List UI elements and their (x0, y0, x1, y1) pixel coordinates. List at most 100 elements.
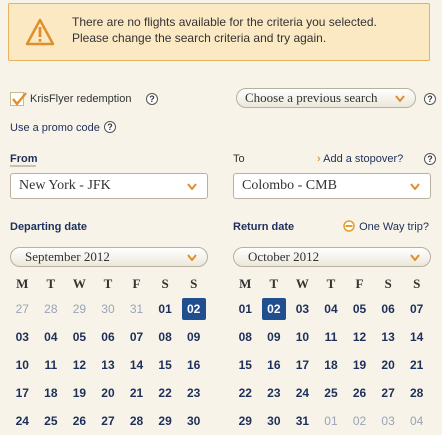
return-calendar-day[interactable]: 20 (374, 351, 403, 379)
return-day-number: 02 (352, 414, 367, 428)
add-stopover-link[interactable]: › Add a stopover? (317, 153, 403, 165)
departing-day-number: 15 (158, 358, 172, 372)
return-month-select[interactable]: October 2012 (233, 247, 431, 267)
return-calendar-day[interactable]: 03 (288, 295, 317, 323)
departing-day-number: 24 (15, 414, 29, 428)
departing-calendar-day: 31 (122, 295, 151, 323)
add-stopover-label: Add a stopover? (323, 153, 404, 165)
one-way-toggle[interactable]: One Way trip? (342, 220, 429, 233)
departing-calendar-day[interactable]: 21 (122, 379, 151, 407)
departing-month-select[interactable]: September 2012 (10, 247, 208, 267)
return-calendar-day[interactable]: 07 (402, 295, 431, 323)
promo-help-icon[interactable]: ? (104, 121, 116, 133)
departing-day-number: 27 (101, 414, 115, 428)
return-calendar-day[interactable]: 13 (374, 323, 403, 351)
return-calendar-day[interactable]: 04 (317, 295, 346, 323)
departing-calendar-day[interactable]: 16 (179, 351, 208, 379)
return-calendar-day[interactable]: 08 (231, 323, 260, 351)
departing-calendar-day[interactable]: 13 (94, 351, 123, 379)
promo-code-link[interactable]: Use a promo code (10, 122, 100, 134)
return-weekday-header: W (295, 276, 309, 291)
departing-calendar-day[interactable]: 07 (122, 323, 151, 351)
krisflyer-checkbox[interactable] (10, 92, 27, 106)
return-calendar-day[interactable]: 27 (374, 379, 403, 407)
return-calendar-day[interactable]: 09 (260, 323, 289, 351)
return-calendar-day[interactable]: 16 (260, 351, 289, 379)
departing-day-number: 06 (101, 330, 115, 344)
one-way-icon (343, 220, 355, 232)
return-day-number: 30 (267, 414, 281, 428)
return-calendar-day[interactable]: 23 (260, 379, 289, 407)
departing-calendar-day[interactable]: 01 (151, 295, 180, 323)
departing-calendar-day: 30 (94, 295, 123, 323)
chevron-down-icon (410, 183, 420, 190)
return-calendar-week: 22 23 24 25 26 27 28 (231, 379, 431, 407)
from-select[interactable]: New York - JFK (10, 173, 208, 199)
return-calendar-day[interactable]: 18 (317, 351, 346, 379)
return-calendar-day[interactable]: 14 (402, 323, 431, 351)
no-flights-alert: There are no flights available for the c… (8, 3, 430, 61)
departing-calendar-day[interactable]: 22 (151, 379, 180, 407)
return-weekday-header: T (269, 276, 279, 291)
departing-calendar-day[interactable]: 23 (179, 379, 208, 407)
departing-calendar-day[interactable]: 06 (94, 323, 123, 351)
previous-search-help-icon[interactable]: ? (424, 93, 436, 105)
return-calendar-day[interactable]: 01 (231, 295, 260, 323)
return-calendar-day[interactable]: 17 (288, 351, 317, 379)
return-calendar-day[interactable]: 11 (317, 323, 346, 351)
return-calendar-day[interactable]: 21 (402, 351, 431, 379)
departing-calendar-day[interactable]: 17 (8, 379, 37, 407)
departing-calendar-day[interactable]: 12 (65, 351, 94, 379)
to-select[interactable]: Colombo - CMB (233, 173, 431, 199)
departing-calendar-day[interactable]: 14 (122, 351, 151, 379)
return-calendar-day[interactable]: 19 (345, 351, 374, 379)
departing-calendar-day[interactable]: 08 (151, 323, 180, 351)
return-day-number: 06 (381, 302, 395, 316)
return-calendar-day[interactable]: 28 (402, 379, 431, 407)
return-calendar-day[interactable]: 26 (345, 379, 374, 407)
return-calendar-day[interactable]: 22 (231, 379, 260, 407)
return-day-number: 21 (410, 358, 424, 372)
departing-calendar-day[interactable]: 15 (151, 351, 180, 379)
return-day-number: 19 (352, 358, 367, 372)
departing-calendar: M T W T F S S 27 28 29 30 31 01 02 03 04 05 06 07 08 09 10 11… (8, 273, 208, 435)
return-calendar-day[interactable]: 02 (260, 295, 289, 323)
departing-calendar-day[interactable]: 02 (179, 295, 208, 323)
departing-day-number: 08 (158, 330, 172, 344)
departing-calendar-day[interactable]: 04 (37, 323, 66, 351)
departing-calendar-day[interactable]: 18 (37, 379, 66, 407)
return-calendar-day[interactable]: 24 (288, 379, 317, 407)
krisflyer-help-icon[interactable]: ? (146, 93, 158, 105)
departing-calendar-day[interactable]: 19 (65, 379, 94, 407)
return-calendar-day[interactable]: 15 (231, 351, 260, 379)
return-calendar-day[interactable]: 12 (345, 323, 374, 351)
departing-calendar-day[interactable]: 20 (94, 379, 123, 407)
departing-weekday-header: S (161, 276, 169, 291)
departing-calendar-day[interactable]: 11 (37, 351, 66, 379)
return-day-number: 01 (238, 302, 252, 316)
return-calendar-day[interactable]: 06 (374, 295, 403, 323)
return-day-number: 04 (410, 414, 424, 428)
departing-calendar-day[interactable]: 03 (8, 323, 37, 351)
departing-day-number: 30 (101, 302, 115, 316)
departing-calendar-day[interactable]: 05 (65, 323, 94, 351)
alert-message: There are no flights available for the c… (72, 14, 377, 46)
to-label: To (233, 153, 245, 165)
departing-day-number: 12 (72, 358, 87, 372)
return-calendar-day[interactable]: 05 (345, 295, 374, 323)
departing-date-label: Departing date (10, 221, 88, 233)
return-day-number: 25 (324, 386, 338, 400)
departing-calendar-day[interactable]: 09 (179, 323, 208, 351)
previous-search-dropdown[interactable]: Choose a previous search (236, 88, 416, 108)
return-day-number: 13 (381, 330, 395, 344)
stopover-help-icon[interactable]: ? (424, 153, 436, 165)
departing-calendar-day: 28 (37, 295, 66, 323)
return-day-number: 01 (324, 414, 338, 428)
departing-calendar-day[interactable]: 10 (8, 351, 37, 379)
departing-day-number: 29 (158, 414, 172, 428)
departing-day-number: 31 (129, 302, 144, 316)
departing-day-number: 29 (72, 302, 87, 316)
return-calendar-day[interactable]: 10 (288, 323, 317, 351)
return-calendar-day[interactable]: 25 (317, 379, 346, 407)
departing-day-number: 19 (72, 386, 87, 400)
